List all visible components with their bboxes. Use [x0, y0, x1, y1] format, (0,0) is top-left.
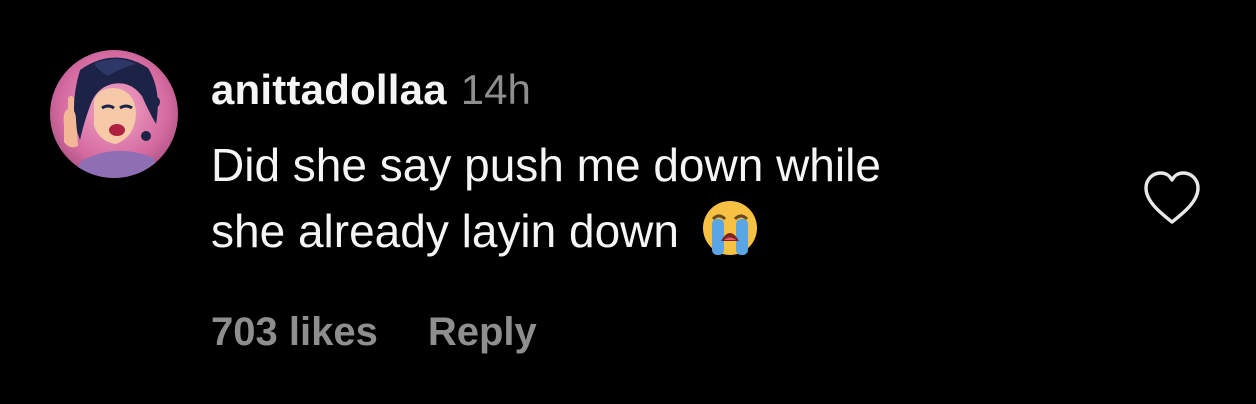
comment-text-line-2-wrapper: she already layin down: [211, 198, 1111, 274]
comment-footer: 703 likes Reply: [211, 310, 537, 355]
likes-count[interactable]: 703 likes: [211, 310, 378, 355]
reply-button[interactable]: Reply: [428, 310, 537, 355]
comment-timestamp: 14h: [460, 66, 531, 113]
username-link[interactable]: anittadollaa: [211, 66, 447, 114]
comment-text-line-2: she already layin down: [211, 205, 679, 257]
loudly-crying-face-icon: [701, 199, 759, 274]
comment-header: anittadollaa 14h: [211, 66, 531, 126]
avatar[interactable]: [50, 50, 178, 178]
avatar-image: [50, 50, 178, 178]
heart-outline-icon: [1144, 171, 1200, 224]
comment-text: Did she say push me down while she alrea…: [211, 132, 1111, 274]
like-button[interactable]: [1140, 168, 1204, 228]
comment-text-line-1: Did she say push me down while: [211, 139, 881, 191]
comment-item: anittadollaa 14h Did she say push me dow…: [0, 0, 1256, 404]
